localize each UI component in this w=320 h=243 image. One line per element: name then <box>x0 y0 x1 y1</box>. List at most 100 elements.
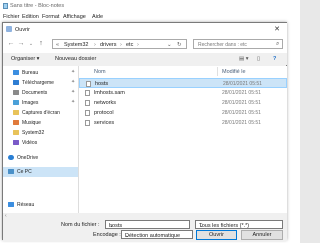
file-date: 28/01/2021 05:51 <box>222 100 261 106</box>
refresh-icon[interactable]: ↻ <box>177 42 182 48</box>
chevron-down-icon[interactable]: ⌄ <box>109 223 187 229</box>
dialog-title: Ouvrir <box>15 26 30 33</box>
sidebar-item-label: Documents <box>22 90 48 96</box>
encoding-select[interactable]: Détection automatique ⌄ <box>121 230 193 239</box>
pin-icon: ✦ <box>71 89 76 95</box>
up-arrow-icon[interactable]: ↑ <box>37 40 45 48</box>
breadcrumb-separator-icon: › <box>137 42 139 48</box>
toolbar: Organiser ▾ Nouveau dossier ▤ ▾ ▯ ? <box>3 53 287 65</box>
file-icon <box>85 120 90 126</box>
notepad-title: Sans titre - Bloc-notes <box>10 3 65 9</box>
address-dropdown-icon[interactable]: ⌄ <box>167 42 172 48</box>
file-name: lmhosts.sam <box>94 90 125 96</box>
breadcrumb-drivers[interactable]: drivers <box>100 42 117 48</box>
search-placeholder: Rechercher dans : etc <box>198 42 247 48</box>
view-options-icon[interactable]: ▤ ▾ <box>239 56 249 62</box>
notepad-title-bar: Sans titre - Bloc-notes <box>0 0 300 12</box>
dialog-title-bar: Ouvrir ✕ <box>3 23 287 36</box>
sidebar-item-captures[interactable]: Captures d'écran <box>8 108 78 118</box>
sidebar-item-system32[interactable]: System32 <box>8 128 78 138</box>
sidebar-item-label: Téléchargeme <box>22 80 54 86</box>
menu-edition[interactable]: Edition <box>22 14 39 20</box>
file-date: 28/01/2021 05:51 <box>223 81 262 87</box>
chevron-down-icon[interactable]: ⌄ <box>199 223 280 229</box>
music-icon <box>13 120 19 125</box>
open-button[interactable]: Ouvrir <box>196 230 237 240</box>
file-icon <box>86 81 91 87</box>
breadcrumb-etc[interactable]: etc <box>126 42 133 48</box>
menu-format[interactable]: Format <box>42 14 59 20</box>
computer-icon <box>8 169 14 174</box>
file-name: protocol <box>94 110 114 116</box>
file-row-networks[interactable]: networks 28/01/2021 05:51 <box>79 98 287 108</box>
file-icon <box>85 90 90 96</box>
file-name: networks <box>94 100 117 106</box>
search-icon: ⌕ <box>276 41 280 47</box>
menu-affichage[interactable]: Affichage <box>63 14 86 20</box>
filetype-select[interactable]: Tous les fichiers (*.*) ⌄ <box>195 220 283 229</box>
filename-input[interactable]: hosts ⌄ <box>105 220 190 229</box>
sidebar-item-telechargements[interactable]: Téléchargeme ✦ <box>8 78 78 88</box>
pin-icon: ✦ <box>71 69 76 75</box>
address-bar[interactable]: « System32 › drivers › etc › ⌄ ↻ <box>52 39 187 49</box>
sidebar-item-label: Images <box>22 100 39 106</box>
new-folder-button[interactable]: Nouveau dossier <box>55 56 96 62</box>
column-modified[interactable]: Modifié le <box>222 69 246 75</box>
sidebar-item-label: Ce PC <box>17 169 32 175</box>
file-row-hosts[interactable]: hosts 28/01/2021 05:51 <box>79 78 287 88</box>
file-list: Nom Modifié le hosts 28/01/2021 05:51 lm… <box>79 66 287 213</box>
preview-pane-icon[interactable]: ▯ <box>257 56 260 62</box>
file-row-lmhosts[interactable]: lmhosts.sam 28/01/2021 05:51 <box>79 88 287 98</box>
file-icon <box>85 110 90 116</box>
dialog-footer: Nom du fichier : hosts ⌄ Tous les fichie… <box>3 219 287 241</box>
file-date: 28/01/2021 05:51 <box>222 110 261 116</box>
breadcrumb-system32[interactable]: System32 <box>64 42 88 48</box>
help-icon[interactable]: ? <box>273 56 276 62</box>
chevron-down-icon[interactable]: ⌄ <box>125 233 190 239</box>
column-header: Nom Modifié le <box>79 66 287 77</box>
sidebar-item-videos[interactable]: Vidéos <box>8 138 78 148</box>
cancel-button[interactable]: Annuler <box>241 230 283 240</box>
back-arrow-icon[interactable]: ← <box>7 40 15 48</box>
file-row-services[interactable]: services 28/01/2021 05:51 <box>79 118 287 128</box>
sidebar-item-label: Réseau <box>17 202 35 208</box>
sidebar-item-label: Bureau <box>22 70 39 76</box>
sidebar-item-bureau[interactable]: Bureau ✦ <box>8 68 78 78</box>
sidebar-item-musique[interactable]: Musique <box>8 118 78 128</box>
sidebar-item-label: Musique <box>22 120 41 126</box>
pin-icon: ✦ <box>71 79 76 85</box>
column-name[interactable]: Nom <box>94 69 106 75</box>
search-input[interactable]: Rechercher dans : etc ⌕ <box>193 39 283 49</box>
sidebar-item-documents[interactable]: Documents ✦ <box>8 88 78 98</box>
sidebar-item-images[interactable]: Images ✦ <box>8 98 78 108</box>
dialog-icon <box>6 26 12 32</box>
sidebar-item-label: Captures d'écran <box>22 110 60 116</box>
encoding-label: Encodage : <box>93 232 121 238</box>
menu-fichier[interactable]: Fichier <box>3 14 20 20</box>
address-chevron-icon[interactable]: « <box>56 42 59 48</box>
breadcrumb-separator-icon: › <box>94 42 96 48</box>
documents-icon <box>13 90 19 95</box>
sidebar-item-label: System32 <box>22 130 45 136</box>
sidebar-item-label: Vidéos <box>22 140 38 146</box>
folder-icon <box>13 130 19 135</box>
file-row-protocol[interactable]: protocol 28/01/2021 05:51 <box>79 108 287 118</box>
sidebar-item-onedrive[interactable]: OneDrive <box>3 153 73 163</box>
navigation-bar: ← → ⌄ ↑ « System32 › drivers › etc › ⌄ ↻… <box>3 36 287 53</box>
navigation-pane: Bureau ✦ Téléchargeme ✦ Documents ✦ Imag… <box>3 66 79 213</box>
forward-arrow-icon[interactable]: → <box>17 40 25 48</box>
desktop-folder-icon <box>13 70 19 75</box>
cloud-icon <box>8 155 14 160</box>
sidebar-item-ce-pc[interactable]: Ce PC <box>3 167 78 177</box>
close-icon[interactable]: ✕ <box>271 25 283 34</box>
file-date: 28/01/2021 05:51 <box>222 90 261 96</box>
network-icon <box>8 202 14 207</box>
organize-button[interactable]: Organiser ▾ <box>11 56 39 62</box>
menu-aide[interactable]: Aide <box>92 14 103 20</box>
sidebar-item-reseau[interactable]: Réseau <box>3 200 73 210</box>
file-icon <box>85 100 90 106</box>
open-dialog: Ouvrir ✕ ← → ⌄ ↑ « System32 › drivers › … <box>2 22 287 241</box>
chevron-down-icon[interactable]: ⌄ <box>27 40 35 48</box>
pin-icon: ✦ <box>71 99 76 105</box>
folder-icon <box>13 110 19 115</box>
